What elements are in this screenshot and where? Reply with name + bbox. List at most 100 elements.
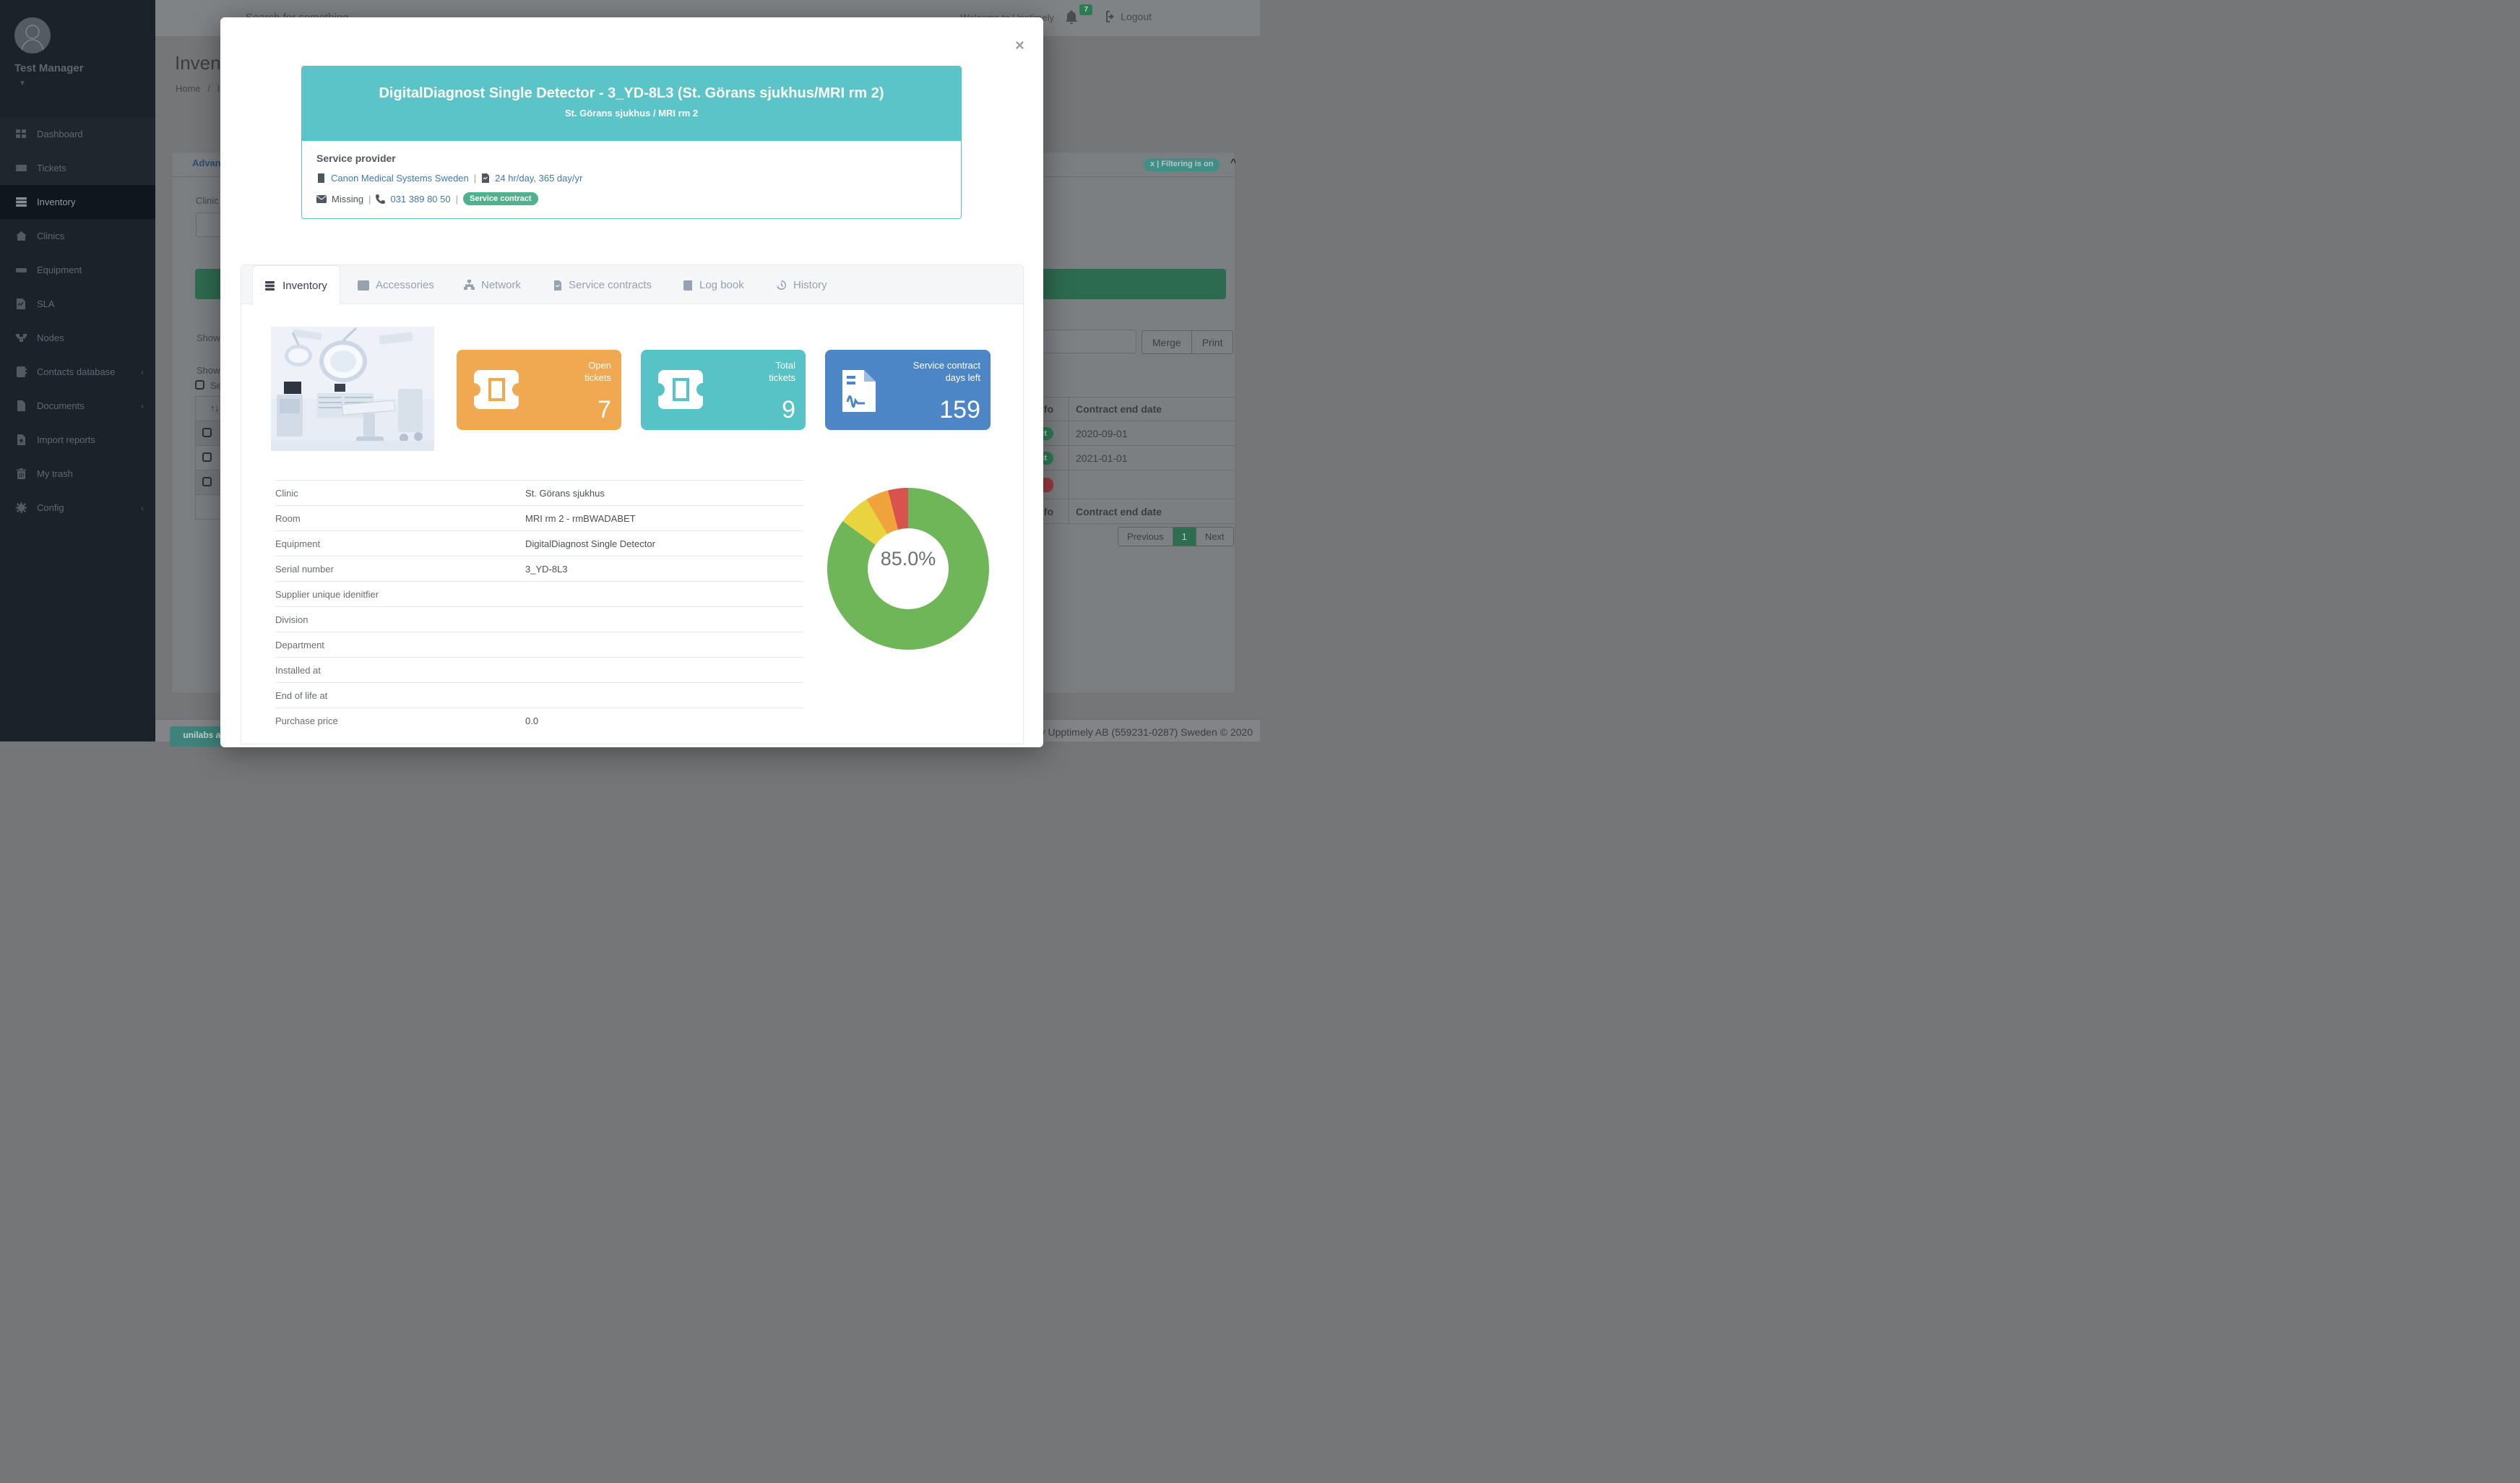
accessories-icon bbox=[358, 280, 369, 291]
user-name: Test Manager bbox=[14, 62, 84, 74]
avatar[interactable] bbox=[14, 17, 51, 53]
select-all-checkbox[interactable] bbox=[195, 380, 204, 390]
tab-accessories[interactable]: Accessories bbox=[358, 265, 434, 305]
sidebar-item-nodes[interactable]: Nodes bbox=[0, 321, 155, 355]
sidebar-item-import-reports[interactable]: Import reports bbox=[0, 423, 155, 457]
pagination: Previous 1 Next bbox=[1118, 527, 1234, 546]
tab-log-book[interactable]: Log book bbox=[683, 265, 744, 305]
sidebar-item-my-trash[interactable]: My trash bbox=[0, 457, 155, 491]
contract-doc-icon bbox=[481, 173, 490, 183]
availability-link[interactable]: 24 hr/day, 365 day/yr bbox=[495, 173, 582, 184]
equipment-icon bbox=[16, 265, 27, 275]
pagination-previous[interactable]: Previous bbox=[1118, 527, 1173, 546]
equipment-link[interactable]: DigitalDiagnost Single Detector bbox=[525, 538, 655, 549]
col-contract-end-date[interactable]: Contract end date bbox=[1069, 403, 1162, 415]
chevron-left-icon: ‹ bbox=[141, 367, 144, 377]
service-provider-card: DigitalDiagnost Single Detector - 3_YD-8… bbox=[301, 66, 962, 219]
collapse-chevron-icon[interactable]: ^ bbox=[1230, 156, 1236, 168]
breadcrumb-home[interactable]: Home bbox=[176, 83, 201, 94]
logout-button[interactable]: Logout bbox=[1102, 11, 1152, 22]
sort-icon[interactable]: ↑↓ bbox=[196, 397, 221, 421]
contracts-icon bbox=[553, 280, 562, 291]
notification-count-badge[interactable]: 7 bbox=[1079, 4, 1092, 15]
inventory-icon bbox=[265, 280, 276, 291]
contract-icon bbox=[842, 370, 876, 412]
phone-link[interactable]: 031 389 80 50 bbox=[390, 194, 450, 205]
ticket-icon bbox=[658, 370, 703, 409]
pagination-page-1[interactable]: 1 bbox=[1173, 527, 1196, 546]
table-row bbox=[196, 421, 221, 446]
ticket-icon bbox=[474, 370, 519, 409]
total-tickets-value: 9 bbox=[782, 396, 795, 424]
service-provider-company-link[interactable]: Canon Medical Systems Sweden bbox=[331, 173, 469, 184]
chevron-left-icon: ‹ bbox=[141, 401, 144, 411]
modal-title: DigitalDiagnost Single Detector - 3_YD-8… bbox=[302, 85, 961, 102]
sidebar-item-sla[interactable]: SLA bbox=[0, 287, 155, 321]
contacts-icon bbox=[16, 366, 27, 377]
show-entries-label: Show bbox=[197, 332, 220, 343]
logout-icon bbox=[1102, 11, 1115, 22]
results-table-left: ↑↓ bbox=[195, 396, 221, 520]
dashboard-icon bbox=[16, 129, 27, 139]
equipment-details-list: ClinicSt. Görans sjukhus RoomMRI rm 2 - … bbox=[275, 480, 803, 733]
table-row bbox=[196, 470, 221, 495]
print-button[interactable]: Print bbox=[1191, 330, 1234, 354]
contract-days-card: Service contractdays left 159 bbox=[825, 350, 991, 430]
table-row bbox=[196, 495, 221, 520]
clinic-icon bbox=[16, 231, 27, 241]
sidebar-item-equipment[interactable]: Equipment bbox=[0, 253, 155, 287]
sidebar-item-config[interactable]: Config ‹ bbox=[0, 491, 155, 525]
equipment-photo bbox=[271, 327, 434, 451]
clinic-link[interactable]: St. Görans sjukhus bbox=[525, 488, 605, 499]
pagination-next[interactable]: Next bbox=[1196, 527, 1234, 546]
row-checkbox[interactable] bbox=[202, 452, 212, 462]
detail-row-supplier-id: Supplier unique idenitfier bbox=[275, 581, 803, 606]
trash-icon bbox=[16, 468, 27, 479]
row-checkbox[interactable] bbox=[202, 477, 212, 486]
open-tickets-card: Opentickets 7 bbox=[457, 350, 621, 430]
tab-service-contracts[interactable]: Service contracts bbox=[553, 265, 652, 305]
phone-icon bbox=[376, 194, 385, 204]
contract-days-value: 159 bbox=[939, 396, 980, 424]
detail-row-clinic: ClinicSt. Görans sjukhus bbox=[275, 480, 803, 505]
service-contract-badge: Service contract bbox=[463, 192, 538, 205]
sla-icon bbox=[16, 298, 27, 309]
email-missing-text: Missing bbox=[332, 194, 363, 205]
sidebar-item-contacts-database[interactable]: Contacts database ‹ bbox=[0, 355, 155, 389]
notifications-button[interactable] bbox=[1065, 10, 1079, 26]
chevron-left-icon: ‹ bbox=[141, 503, 144, 513]
documents-icon bbox=[16, 400, 27, 411]
sidebar-item-inventory[interactable]: Inventory bbox=[0, 185, 155, 219]
nodes-icon bbox=[16, 332, 27, 343]
user-menu-caret-icon[interactable]: ▼ bbox=[19, 79, 26, 87]
detail-row-purchase-price: Purchase price0.0 bbox=[275, 708, 803, 733]
detail-row-room: RoomMRI rm 2 - rmBWADABET bbox=[275, 505, 803, 530]
clinic-filter-label: Clinic bbox=[196, 195, 219, 206]
sidebar-item-dashboard[interactable]: Dashboard bbox=[0, 117, 155, 151]
show-columns-label: Show bbox=[197, 365, 220, 376]
detail-row-end-of-life: End of life at bbox=[275, 682, 803, 708]
import-icon bbox=[16, 434, 27, 445]
sidebar-item-tickets[interactable]: Tickets bbox=[0, 151, 155, 185]
sidebar-item-documents[interactable]: Documents ‹ bbox=[0, 389, 155, 423]
donut-percentage: 85.0% bbox=[827, 478, 989, 640]
modal-close-button[interactable]: × bbox=[1015, 36, 1024, 55]
history-icon bbox=[776, 280, 787, 291]
filtering-on-chip[interactable]: x | Filtering is on bbox=[1144, 158, 1220, 171]
tab-network[interactable]: Network bbox=[464, 265, 521, 305]
open-tickets-value: 7 bbox=[597, 396, 611, 424]
inventory-icon bbox=[16, 197, 27, 207]
logbook-icon bbox=[683, 280, 693, 291]
modal-subtitle: St. Görans sjukhus / MRI rm 2 bbox=[302, 108, 961, 119]
merge-button[interactable]: Merge bbox=[1142, 330, 1191, 354]
table-actions: Merge Print bbox=[1142, 330, 1233, 354]
tab-history[interactable]: History bbox=[776, 265, 827, 305]
detail-row-serial: Serial number3_YD-8L3 bbox=[275, 556, 803, 581]
modal-header: DigitalDiagnost Single Detector - 3_YD-8… bbox=[302, 66, 961, 141]
detail-row-equipment: EquipmentDigitalDiagnost Single Detector bbox=[275, 530, 803, 556]
sidebar-item-clinics[interactable]: Clinics bbox=[0, 219, 155, 253]
row-checkbox[interactable] bbox=[202, 428, 212, 437]
detail-row-division: Division bbox=[275, 606, 803, 632]
tab-inventory[interactable]: Inventory bbox=[252, 265, 340, 305]
table-row bbox=[196, 446, 221, 470]
